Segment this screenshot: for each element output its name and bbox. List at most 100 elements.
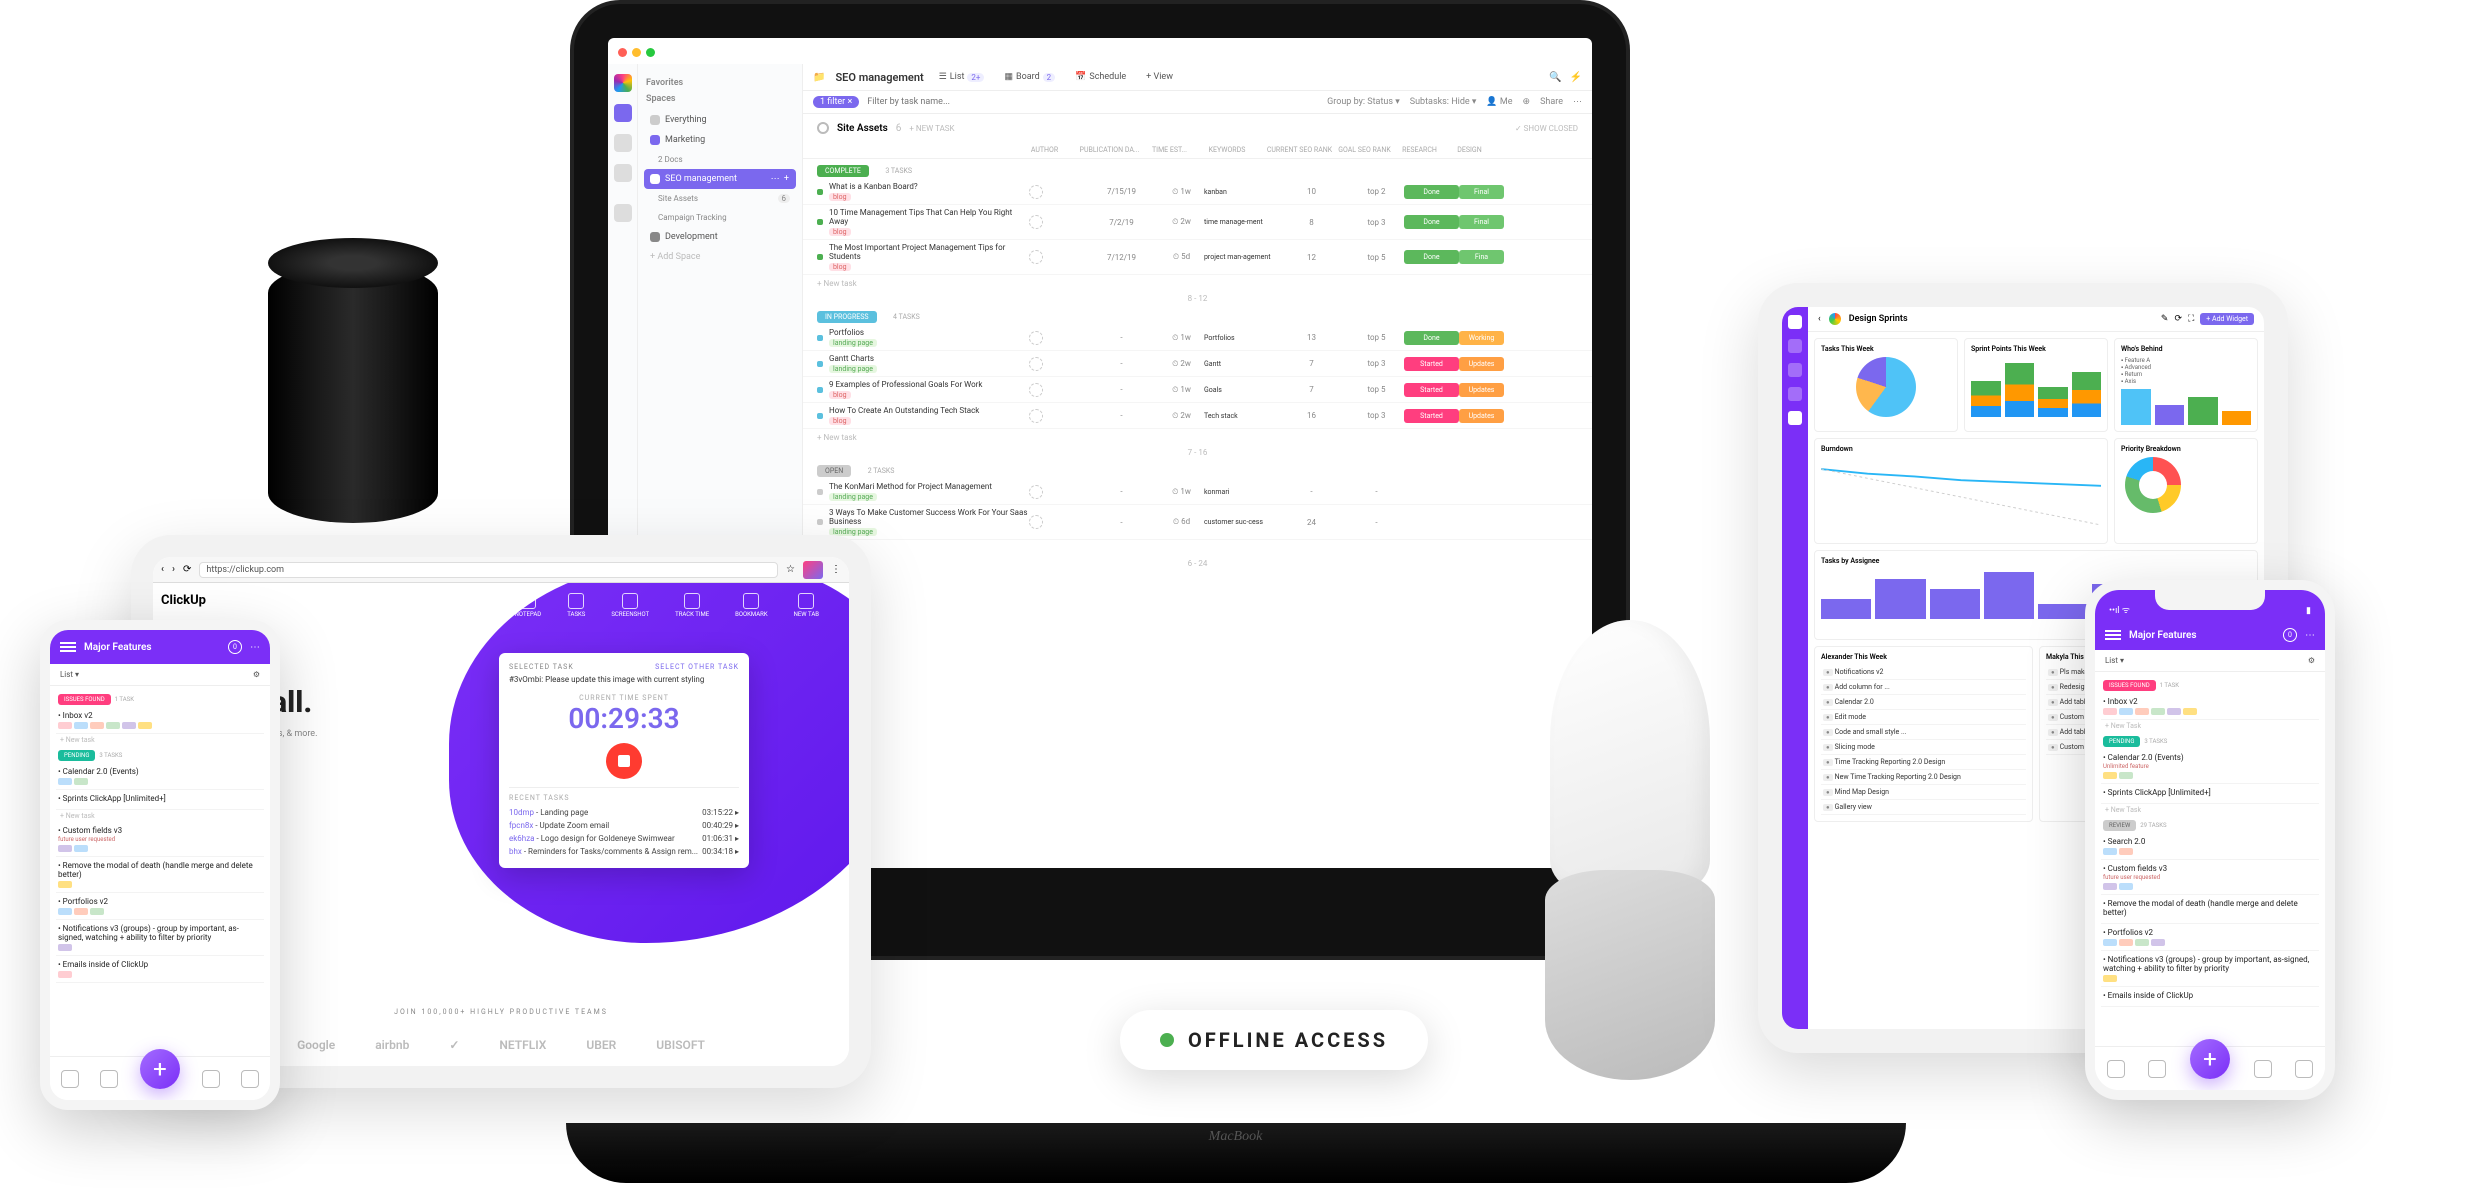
status-pill[interactable]: REVIEW	[2103, 820, 2136, 831]
table-row[interactable]: How To Create An Outstanding Tech Stackb…	[803, 403, 1592, 429]
star-icon[interactable]: ☆	[786, 564, 795, 575]
nav-item[interactable]: TRACK TIME	[675, 593, 709, 618]
col-author[interactable]: AUTHOR	[1017, 146, 1072, 154]
url-input[interactable]	[199, 562, 778, 578]
clickup-extension-icon[interactable]	[803, 561, 823, 579]
sidebar-seo[interactable]: SEO management⋯ +	[644, 169, 796, 189]
add-space-button[interactable]: + Add Space	[644, 247, 796, 267]
home-icon[interactable]	[614, 104, 632, 122]
inbox-icon[interactable]	[1788, 387, 1802, 401]
status-pill[interactable]: IN PROGRESS	[817, 311, 877, 323]
col-goal[interactable]: GOAL SEO RANK	[1337, 146, 1392, 154]
home-icon[interactable]	[1788, 339, 1802, 353]
list-item[interactable]: • Sprints ClickApp [Unlimited+]	[2101, 784, 2319, 804]
list-item[interactable]: • Calendar 2.0 (Events)Unlimited feature	[2101, 749, 2319, 784]
table-row[interactable]: The Most Important Project Management Ti…	[803, 240, 1592, 275]
share-button[interactable]: Share	[1540, 97, 1563, 107]
avatar-icon[interactable]	[1029, 215, 1043, 229]
search-icon[interactable]	[2148, 1060, 2166, 1078]
phone-task-list[interactable]: ISSUES FOUND 1 TASK• Inbox v2+ New TaskP…	[2095, 672, 2325, 1011]
bell-icon[interactable]	[2254, 1060, 2272, 1078]
bell-icon[interactable]	[614, 134, 632, 152]
view-dropdown[interactable]: List ▾	[2105, 656, 2124, 665]
status-pill[interactable]: OPEN	[817, 465, 851, 477]
list-item[interactable]: • Remove the modal of death (handle merg…	[2101, 895, 2319, 924]
list-item[interactable]: • Custom fields v3future user requested	[2101, 860, 2319, 895]
list-item[interactable]: • Calendar 2.0 (Events)	[56, 763, 264, 790]
more-icon[interactable]: ⋯	[250, 642, 260, 653]
home-icon[interactable]	[2107, 1060, 2125, 1078]
list-item[interactable]: • Search 2.0	[2101, 833, 2319, 860]
sidebar-development[interactable]: Development	[644, 227, 796, 247]
table-row[interactable]: Portfolioslanding page - ⏲ 1w Portfolios…	[803, 325, 1592, 351]
more-icon[interactable]: ⋯	[2305, 630, 2315, 641]
logo-icon[interactable]	[1788, 315, 1802, 329]
me-toggle[interactable]: 👤 Me	[1486, 97, 1512, 107]
list-item[interactable]: ●Mind Map Design	[1821, 785, 2026, 800]
menu-icon[interactable]	[60, 640, 76, 654]
filter-input[interactable]	[867, 97, 1319, 107]
recent-task-item[interactable]: ek6hza - Logo design for Goldeneye Swimw…	[509, 832, 739, 845]
nav-item[interactable]: Product	[414, 593, 435, 618]
list-item[interactable]: ●Add column for ...	[1821, 680, 2026, 695]
forward-icon[interactable]: ›	[172, 564, 175, 575]
window-controls[interactable]	[618, 48, 655, 57]
bolt-icon[interactable]: ⚡	[1570, 72, 1582, 83]
refresh-icon[interactable]: ⟳	[2174, 314, 2182, 324]
list-item[interactable]: ●Calendar 2.0	[1821, 695, 2026, 710]
card-tasks-week[interactable]: Tasks This Week	[1814, 338, 1958, 432]
nav-item[interactable]: TASKS	[567, 593, 585, 618]
table-row[interactable]: 9 Examples of Professional Goals For Wor…	[803, 377, 1592, 403]
list-item[interactable]: • Notifications v3 (groups) - group by i…	[56, 920, 264, 956]
col-seo[interactable]: CURRENT SEO RANK	[1262, 146, 1337, 154]
home-icon[interactable]	[61, 1070, 79, 1088]
new-task-link[interactable]: + New Task	[2101, 720, 2319, 732]
status-pill[interactable]: ISSUES FOUND	[2103, 680, 2156, 691]
list-item[interactable]: • Custom fields v3future user requested	[56, 822, 264, 857]
nav-item[interactable]: SCREENSHOT	[611, 593, 649, 618]
reload-icon[interactable]: ⟳	[183, 564, 191, 575]
avatar-icon[interactable]	[1029, 409, 1043, 423]
list-item[interactable]: • Inbox v2	[2101, 693, 2319, 720]
back-icon[interactable]: ‹	[161, 564, 164, 575]
col-kw[interactable]: KEYWORDS	[1192, 146, 1262, 154]
card-sprint-points[interactable]: Sprint Points This Week	[1964, 338, 2108, 432]
sidebar-campaign[interactable]: Campaign Tracking	[644, 208, 796, 227]
sidebar-docs[interactable]: 2 Docs	[644, 150, 796, 169]
list-item[interactable]: • Remove the modal of death (handle merg…	[56, 857, 264, 893]
view-board[interactable]: ▦ Board 2	[999, 70, 1060, 84]
avatar-icon[interactable]	[1029, 515, 1043, 529]
new-task-link[interactable]: + New task	[803, 275, 1592, 292]
new-task-link[interactable]: + NEW TASK	[909, 124, 954, 133]
table-row[interactable]: 10 Time Management Tips That Can Help Yo…	[803, 205, 1592, 240]
sidebar-everything[interactable]: Everything	[644, 110, 796, 130]
search-icon[interactable]: 🔍	[1549, 72, 1561, 83]
list-item[interactable]: ●New Time Tracking Reporting 2.0 Design	[1821, 770, 2026, 785]
status-pill[interactable]: PENDING	[58, 750, 95, 761]
avatar-icon[interactable]	[1029, 250, 1043, 264]
col-research[interactable]: RESEARCH	[1392, 146, 1447, 154]
col-design[interactable]: DESIGN	[1447, 146, 1492, 154]
more-icon[interactable]: ⋯	[1573, 97, 1582, 107]
list-item[interactable]: • Portfolios v2	[2101, 924, 2319, 951]
bell-icon[interactable]	[1788, 363, 1802, 377]
select-other-link[interactable]: SELECT OTHER TASK	[655, 663, 739, 671]
list-item[interactable]: • Notifications v3 (groups) - group by i…	[2101, 951, 2319, 987]
apps-icon[interactable]	[614, 204, 632, 222]
edit-icon[interactable]: ✎	[2161, 314, 2169, 324]
recent-task-item[interactable]: 10dmp - Landing page03:15:22 ▸	[509, 806, 739, 819]
card-priority[interactable]: Priority Breakdown	[2114, 438, 2258, 544]
add-view[interactable]: + View	[1141, 70, 1178, 84]
list-item[interactable]: ●Time Tracking Reporting 2.0 Design	[1821, 755, 2026, 770]
filter-icon[interactable]: ⚙	[253, 670, 260, 679]
clickup-logo-icon[interactable]	[614, 74, 632, 92]
card-burndown[interactable]: Burndown	[1814, 438, 2108, 544]
filter-chip[interactable]: 1 filter ×	[813, 96, 859, 108]
table-row[interactable]: What is a Kanban Board?blog 7/15/19 ⏲ 1w…	[803, 179, 1592, 205]
show-closed-toggle[interactable]: ✓ SHOW CLOSED	[1515, 124, 1578, 133]
list-item[interactable]: ●Notifications v2	[1821, 665, 2026, 680]
avatar-icon[interactable]	[1029, 485, 1043, 499]
new-task-link[interactable]: + New task	[803, 429, 1592, 446]
col-pub[interactable]: PUBLICATION DA...	[1072, 146, 1147, 154]
table-row[interactable]: 3 Ways To Make Customer Success Work For…	[803, 505, 1592, 540]
